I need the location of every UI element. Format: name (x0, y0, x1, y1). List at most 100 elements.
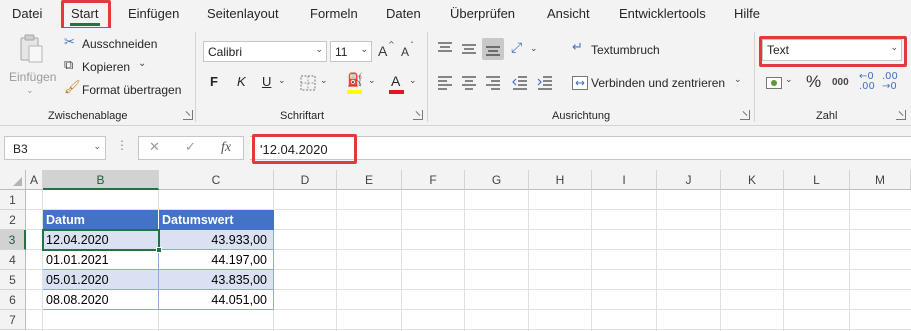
table-cell[interactable]: 43.933,00 (159, 230, 274, 250)
font-group-label: Schriftart (280, 110, 325, 122)
column-header-e[interactable]: E (337, 170, 402, 190)
row-header-1[interactable]: 1 (0, 190, 26, 210)
column-header-b[interactable]: B (43, 170, 159, 190)
column-header-l[interactable]: L (784, 170, 850, 190)
wrap-text-button[interactable]: ↵ Textumbruch (572, 40, 672, 60)
font-color-button[interactable]: A (388, 73, 406, 95)
wrap-text-icon: ↵ (572, 40, 583, 55)
tab-formeln[interactable]: Formeln (310, 6, 358, 21)
formula-bar: B3 ⌄ ⋮ ✕ ✓ fx '12.04.2020 (0, 126, 911, 170)
format-painter-label: Format übertragen (82, 83, 182, 97)
tab-datei[interactable]: Datei (12, 6, 42, 21)
clipboard-launcher-icon[interactable] (183, 110, 193, 120)
alignment-launcher-icon[interactable] (740, 110, 750, 120)
percent-button[interactable]: % (806, 72, 821, 92)
row-header-2[interactable]: 2 (0, 210, 26, 230)
increase-indent-icon[interactable] (537, 76, 553, 90)
increase-decimal-icon[interactable]: ←0.00 (859, 72, 875, 92)
row-header-4[interactable]: 4 (0, 250, 26, 270)
paste-button[interactable]: Einfügen ⌄ (6, 32, 57, 104)
chevron-down-icon: ⌄ (785, 75, 793, 85)
more-icon[interactable]: ⋮ (116, 138, 128, 152)
column-header-g[interactable]: G (465, 170, 529, 190)
align-left-icon[interactable] (437, 76, 453, 90)
align-center-icon[interactable] (461, 76, 477, 90)
column-header-k[interactable]: K (721, 170, 784, 190)
table-cell[interactable]: 01.01.2021 (43, 250, 159, 270)
chevron-down-icon[interactable]: ⌄ (530, 44, 538, 54)
chevron-down-icon[interactable]: ⌄ (368, 76, 376, 86)
caret-down-icon: ˇ (410, 41, 414, 50)
align-right-icon[interactable] (485, 76, 501, 90)
paint-bucket-icon: ⛽ (347, 73, 364, 88)
column-header-m[interactable]: M (850, 170, 911, 190)
table-cell[interactable]: 43.835,00 (159, 270, 274, 290)
underline-button[interactable]: U (262, 74, 271, 89)
align-bottom-button[interactable] (482, 38, 504, 60)
column-header-h[interactable]: H (529, 170, 592, 190)
chevron-down-icon[interactable]: ⌄ (734, 75, 742, 85)
merge-center-button[interactable]: Verbinden und zentrieren ⌄ (572, 75, 747, 93)
italic-button[interactable]: K (237, 74, 246, 89)
row-header-3[interactable]: 3 (0, 230, 26, 250)
column-header-d[interactable]: D (274, 170, 337, 190)
tab-ueberpruefen[interactable]: Überprüfen (450, 6, 515, 21)
font-name-select[interactable]: Calibri ⌄ (203, 41, 327, 62)
chevron-down-icon[interactable]: ⌄ (320, 76, 328, 86)
align-middle-icon[interactable] (461, 42, 477, 56)
row-header-6[interactable]: 6 (0, 290, 26, 310)
align-top-icon[interactable] (437, 42, 453, 56)
grow-font-button[interactable]: A ^ (377, 40, 395, 61)
tab-daten[interactable]: Daten (386, 6, 421, 21)
shrink-font-button[interactable]: A ˇ (400, 41, 418, 61)
cancel-icon[interactable]: ✕ (149, 140, 160, 155)
font-name-value: Calibri (208, 45, 243, 59)
chevron-down-icon[interactable]: ⌄ (138, 58, 146, 69)
cut-button[interactable]: ✂ Ausschneiden (64, 35, 164, 54)
decrease-indent-icon[interactable] (512, 76, 528, 90)
orientation-icon[interactable]: ⤢ (511, 40, 522, 56)
chevron-down-icon[interactable]: ⌄ (409, 76, 417, 86)
format-painter-button[interactable]: 🖌 Format übertragen (64, 80, 184, 100)
row-header-5[interactable]: 5 (0, 270, 26, 290)
table-cell[interactable]: 05.01.2020 (43, 270, 159, 290)
column-header-c[interactable]: C (159, 170, 274, 190)
number-launcher-icon[interactable] (896, 110, 906, 120)
fill-color-button[interactable]: ⛽ (346, 73, 366, 95)
table-header-cell[interactable]: Datumswert (159, 210, 274, 230)
name-box[interactable]: B3 ⌄ (4, 136, 106, 160)
column-header-i[interactable]: I (592, 170, 657, 190)
table-cell[interactable]: 44.051,00 (159, 290, 274, 310)
tab-hilfe[interactable]: Hilfe (734, 6, 760, 21)
tab-entwicklertools[interactable]: Entwicklertools (619, 6, 706, 21)
tab-seitenlayout[interactable]: Seitenlayout (207, 6, 279, 21)
select-all-button[interactable] (0, 170, 26, 190)
tab-ansicht[interactable]: Ansicht (547, 6, 590, 21)
accounting-format-button[interactable]: ⌄ (766, 75, 796, 93)
scissors-icon: ✂ (64, 35, 75, 50)
font-launcher-icon[interactable] (413, 110, 423, 120)
copy-button[interactable]: ⧉ Kopieren ⌄ (64, 58, 164, 77)
table-header-cell[interactable]: Datum (43, 210, 159, 230)
fill-handle[interactable] (156, 247, 162, 253)
paste-label: Einfügen (9, 70, 57, 84)
font-size-select[interactable]: 11 ⌄ (330, 41, 372, 62)
number-group-label: Zahl (816, 110, 838, 122)
worksheet-grid[interactable]: A B C D E F G H I J K L M 1 2 3 4 5 6 7 … (0, 170, 911, 331)
thousands-separator-button[interactable]: 000 (832, 77, 849, 88)
enter-check-icon[interactable]: ✓ (185, 140, 196, 155)
bold-button[interactable]: F (210, 74, 218, 89)
chevron-down-icon: ⌄ (360, 45, 368, 55)
highlight-formula (252, 134, 357, 164)
borders-icon[interactable] (300, 75, 316, 91)
table-cell[interactable]: 44.197,00 (159, 250, 274, 270)
decrease-decimal-icon[interactable]: .00 →0 (882, 72, 898, 92)
table-cell[interactable]: 08.08.2020 (43, 290, 159, 310)
insert-function-button[interactable]: fx (221, 140, 231, 156)
column-header-a[interactable]: A (26, 170, 43, 190)
row-header-7[interactable]: 7 (0, 310, 26, 330)
chevron-down-icon[interactable]: ⌄ (278, 76, 286, 86)
tab-einfuegen[interactable]: Einfügen (128, 6, 179, 21)
column-header-j[interactable]: J (657, 170, 721, 190)
column-header-f[interactable]: F (402, 170, 465, 190)
